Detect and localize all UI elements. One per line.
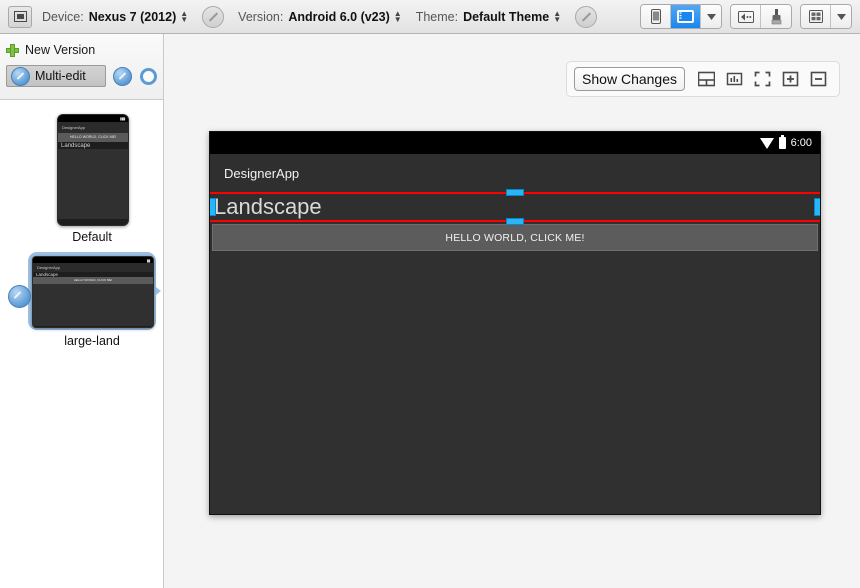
device-app-bar: DesignerApp bbox=[210, 154, 820, 192]
status-time: 6:00 bbox=[790, 137, 812, 149]
device-preview-icon[interactable] bbox=[8, 5, 32, 28]
battery-icon bbox=[778, 135, 786, 149]
thumb-body-text: Landscape bbox=[61, 143, 91, 149]
preview-toolbar: Show Changes bbox=[566, 61, 840, 97]
version-list: ▮▮▮ DesignerApp HELLO WORLD, CLICK ME! L… bbox=[0, 100, 163, 587]
new-version-button[interactable]: New Version bbox=[6, 40, 157, 60]
device-render[interactable]: 6:00 DesignerApp Landscape HELLO WORLD, … bbox=[209, 131, 821, 515]
back-arrow-box-icon[interactable] bbox=[731, 5, 761, 28]
theme-value[interactable]: Default Theme bbox=[463, 10, 549, 24]
chevron-down-icon-orientation[interactable] bbox=[701, 5, 721, 28]
chart-glyph bbox=[726, 72, 742, 86]
theme-stepper[interactable]: ▲ ▼ bbox=[553, 9, 561, 23]
blue-pencil-icon-multi-edit bbox=[11, 66, 30, 86]
device-empty-area[interactable] bbox=[210, 251, 820, 514]
thumb-status-bar: ▮▮▮ bbox=[58, 115, 128, 122]
thumb-body bbox=[58, 149, 128, 219]
zoom-out-icon[interactable] bbox=[804, 66, 832, 92]
version-header: New Version Multi-edit bbox=[0, 34, 163, 100]
theme-label: Theme: bbox=[415, 9, 459, 24]
device-stepper[interactable]: ▲ ▼ bbox=[180, 9, 188, 23]
multi-edit-button[interactable]: Multi-edit bbox=[6, 65, 106, 87]
chevron-down-icon-grid[interactable] bbox=[831, 5, 851, 28]
paintbrush-icon[interactable] bbox=[761, 5, 791, 28]
device-hello-button[interactable]: HELLO WORLD, CLICK ME! bbox=[212, 224, 818, 251]
brush-glyph bbox=[771, 8, 781, 24]
edit-pencil-icon[interactable] bbox=[113, 66, 132, 86]
preview-canvas: Show Changes 6:00 DesignerApp Landscape … bbox=[165, 34, 860, 588]
device-preview-glyph bbox=[13, 11, 27, 22]
phone-glyph bbox=[650, 9, 661, 24]
device-app-title: DesignerApp bbox=[224, 165, 300, 181]
device-inner: 6:00 DesignerApp Landscape HELLO WORLD, … bbox=[210, 132, 820, 514]
grid-group bbox=[800, 4, 852, 29]
thumb-status-icons-2: ▮▮ bbox=[146, 258, 151, 263]
grid-glyph bbox=[808, 10, 823, 23]
device-status-bar: 6:00 bbox=[210, 132, 820, 154]
selected-textview[interactable]: Landscape bbox=[210, 189, 820, 225]
resize-handle-top[interactable] bbox=[506, 189, 524, 196]
thumb-app-title-2: DesignerApp bbox=[33, 263, 153, 272]
pencil-circle-icon-device[interactable] bbox=[202, 5, 225, 28]
tablet-glyph bbox=[677, 10, 694, 23]
version-selection-frame[interactable]: ▮▮ DesignerApp Landscape HELLO WORLD, CL… bbox=[18, 252, 161, 330]
tools-group bbox=[730, 4, 792, 29]
thumb-button: HELLO WORLD, CLICK ME! bbox=[58, 133, 128, 142]
tablet-landscape-icon[interactable] bbox=[671, 5, 701, 28]
new-version-label: New Version bbox=[25, 43, 96, 57]
fullscreen-glyph bbox=[754, 71, 770, 87]
thumb-status-bar-2: ▮▮ bbox=[33, 257, 153, 263]
resize-handle-bottom[interactable] bbox=[506, 218, 524, 225]
chart-box-icon[interactable] bbox=[720, 66, 748, 92]
version-name-large-land: large-land bbox=[64, 334, 120, 348]
multi-edit-label: Multi-edit bbox=[35, 69, 86, 83]
fullscreen-icon[interactable] bbox=[748, 66, 776, 92]
back-arrow-glyph bbox=[737, 10, 754, 23]
blue-ring-icon[interactable] bbox=[140, 67, 157, 85]
version-stepper[interactable]: ▲ ▼ bbox=[394, 9, 402, 23]
split-glyph bbox=[697, 71, 715, 87]
orientation-toggle-group bbox=[640, 4, 722, 29]
zoom-in-icon[interactable] bbox=[776, 66, 804, 92]
resize-handle-right[interactable] bbox=[814, 198, 820, 216]
split-horizontal-icon[interactable] bbox=[692, 66, 720, 92]
thumb-app-title: DesignerApp bbox=[58, 122, 128, 133]
device-label: Device: bbox=[42, 9, 84, 24]
version-sidebar: New Version Multi-edit ▮▮▮ DesignerApp H… bbox=[0, 34, 164, 588]
top-toolbar: Device: Nexus 7 (2012) ▲ ▼ Version: Andro… bbox=[0, 0, 860, 34]
version-item-large-land[interactable]: ▮▮ DesignerApp Landscape HELLO WORLD, CL… bbox=[18, 252, 161, 348]
multi-edit-row: Multi-edit bbox=[6, 65, 157, 87]
version-label: Version: bbox=[238, 9, 284, 24]
edit-version-pencil-icon[interactable] bbox=[8, 285, 31, 308]
thumb-status-icons: ▮▮▮ bbox=[119, 116, 126, 121]
chevron-glyph-2 bbox=[836, 13, 846, 20]
version-name-default: Default bbox=[72, 230, 112, 244]
version-item-default[interactable]: ▮▮▮ DesignerApp HELLO WORLD, CLICK ME! L… bbox=[57, 114, 129, 244]
version-value[interactable]: Android 6.0 (v23) bbox=[288, 10, 389, 24]
version-thumbnail-large-land[interactable]: ▮▮ DesignerApp Landscape HELLO WORLD, CL… bbox=[32, 256, 154, 328]
show-changes-button[interactable]: Show Changes bbox=[574, 67, 685, 91]
device-value[interactable]: Nexus 7 (2012) bbox=[89, 10, 177, 24]
thumb-button-2: HELLO WORLD, CLICK ME! bbox=[33, 277, 153, 284]
zoom-out-glyph bbox=[810, 71, 826, 87]
phone-portrait-icon[interactable] bbox=[641, 5, 671, 28]
zoom-in-glyph bbox=[782, 71, 798, 87]
thumb-body-2 bbox=[33, 284, 153, 326]
pencil-circle-icon-theme[interactable] bbox=[575, 5, 598, 28]
wifi-icon bbox=[759, 137, 774, 149]
plus-icon bbox=[6, 43, 19, 57]
resize-handle-left[interactable] bbox=[210, 198, 216, 216]
chevron-glyph bbox=[706, 13, 716, 20]
version-thumbnail-default[interactable]: ▮▮▮ DesignerApp HELLO WORLD, CLICK ME! L… bbox=[57, 114, 129, 226]
selected-textview-label: Landscape bbox=[214, 194, 322, 219]
grid-layout-icon[interactable] bbox=[801, 5, 831, 28]
